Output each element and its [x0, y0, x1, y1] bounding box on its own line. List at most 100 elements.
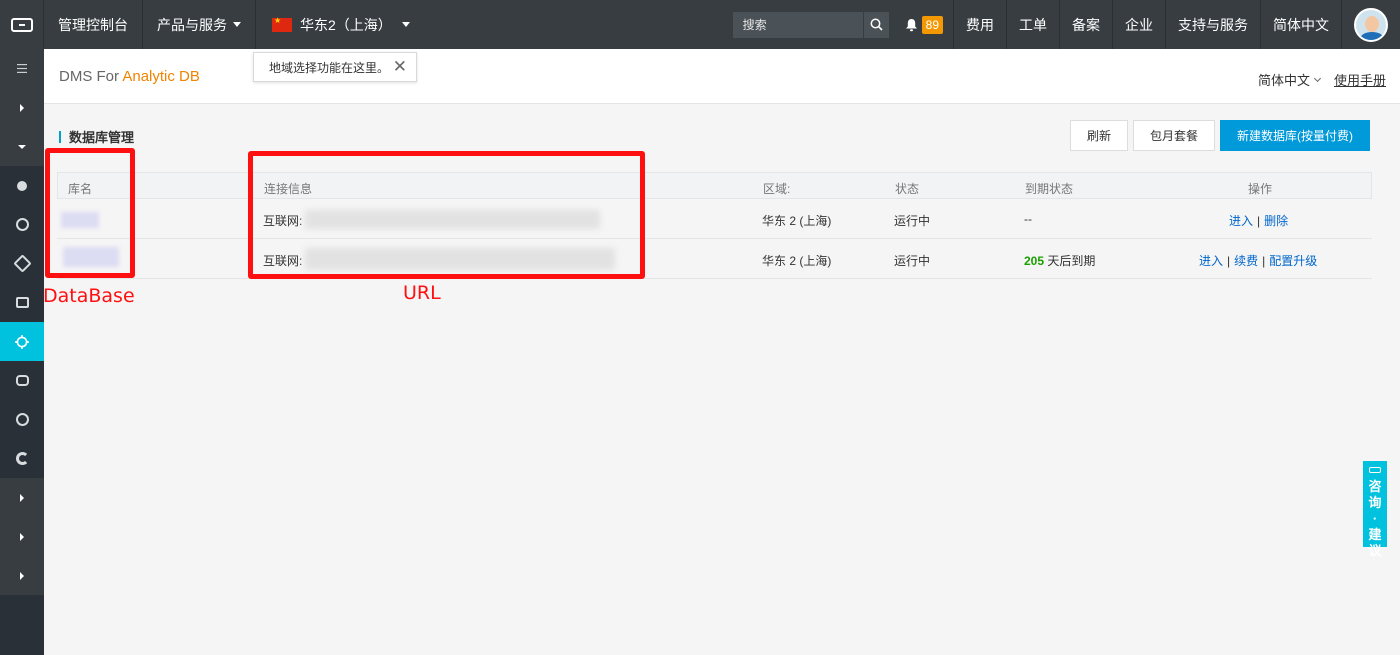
- url-annotation-box: [248, 151, 645, 279]
- products-menu-label: 产品与服务: [157, 16, 227, 33]
- sidebar-item-cluster[interactable]: [0, 244, 44, 283]
- consult-char-3: 建: [1368, 527, 1382, 542]
- sidebar-item-monitor[interactable]: [0, 283, 44, 322]
- status-cell: 运行中: [894, 214, 931, 228]
- region-cell: 华东 2 (上海): [762, 214, 832, 228]
- consult-feedback-tab[interactable]: 咨 询 · 建 议: [1363, 461, 1387, 558]
- cube-icon: [12, 254, 32, 273]
- circle-icon: [17, 180, 27, 191]
- top-navigation-bar: 管理控制台 产品与服务 华东2（上海） 89 费用 工单 备案 企业 支持与服务…: [0, 0, 1400, 49]
- products-menu[interactable]: 产品与服务: [143, 0, 256, 49]
- product-title-accent: Analytic DB: [122, 68, 200, 85]
- expiry-cell: --: [1024, 212, 1032, 226]
- product-title-prefix: DMS For: [59, 68, 123, 85]
- region-label: 华东2（上海）: [300, 16, 392, 33]
- caret-right-icon: [20, 571, 24, 580]
- upgrade-link[interactable]: 配置升级: [1269, 254, 1317, 268]
- close-icon[interactable]: ✕: [393, 58, 407, 75]
- url-annotation-label: URL: [403, 282, 441, 304]
- sidebar-group-3[interactable]: [0, 556, 44, 595]
- sidebar-expand-item[interactable]: [0, 88, 44, 127]
- expiry-suffix: 天后到期: [1047, 254, 1096, 268]
- sidebar-item-database[interactable]: [0, 205, 44, 244]
- search-box: [732, 11, 889, 38]
- sidebar-item-storage[interactable]: [0, 400, 44, 439]
- bell-icon: [905, 18, 917, 31]
- china-flag-icon: [272, 16, 292, 32]
- cloud-link-icon: [15, 375, 29, 386]
- sidebar-item-cloud[interactable]: [0, 361, 44, 400]
- notification-count-badge: 89: [921, 15, 943, 34]
- content-header: DMS For Analytic DB 简体中文 使用手册: [44, 49, 1400, 104]
- expiry-cell: 205 天后到期: [1024, 252, 1095, 269]
- region-tooltip-text: 地域选择功能在这里。: [269, 60, 390, 75]
- search-input[interactable]: [732, 11, 863, 38]
- top-link-support[interactable]: 支持与服务: [1166, 0, 1261, 49]
- cdn-icon: [15, 452, 29, 465]
- delete-link[interactable]: 删除: [1264, 214, 1288, 228]
- console-link[interactable]: 管理控制台: [44, 0, 143, 49]
- sidebar-group-1[interactable]: [0, 478, 44, 517]
- consult-char-4: 议: [1368, 543, 1382, 558]
- hamburger-icon: [17, 64, 27, 73]
- page-title: 数据库管理: [59, 127, 134, 146]
- region-tooltip: 地域选择功能在这里。 ✕: [253, 52, 417, 82]
- chevron-down-icon: [233, 22, 241, 27]
- sidebar-item-analytic-db[interactable]: [0, 322, 44, 361]
- storage-icon: [15, 413, 29, 426]
- status-cell: 运行中: [894, 254, 931, 268]
- sidebar-item-instance[interactable]: [0, 166, 44, 205]
- top-link-billing[interactable]: 费用: [954, 0, 1007, 49]
- consult-char-2: 询: [1368, 495, 1382, 510]
- notifications-button[interactable]: 89: [897, 0, 954, 49]
- column-header-actions: 操作: [1248, 182, 1273, 196]
- language-selector[interactable]: 简体中文: [1257, 70, 1322, 89]
- page-title-text: 数据库管理: [69, 130, 135, 145]
- chevron-down-icon: [1313, 74, 1322, 82]
- user-manual-link[interactable]: 使用手册: [1334, 70, 1386, 89]
- left-sidebar: [0, 49, 44, 655]
- toolbar: 刷新 包月套餐 新建数据库(按量付费): [1065, 120, 1370, 151]
- search-icon: [870, 18, 883, 31]
- region-cell: 华东 2 (上海): [762, 254, 832, 268]
- top-link-enterprise[interactable]: 企业: [1113, 0, 1166, 49]
- monthly-package-button[interactable]: 包月套餐: [1132, 120, 1215, 151]
- top-link-language[interactable]: 简体中文: [1261, 0, 1342, 49]
- title-accent-bar: [59, 130, 61, 143]
- sidebar-group-2[interactable]: [0, 517, 44, 556]
- database-annotation-label: DataBase: [43, 285, 135, 307]
- top-link-icp[interactable]: 备案: [1060, 0, 1113, 49]
- database-icon: [15, 218, 29, 231]
- refresh-button[interactable]: 刷新: [1069, 120, 1128, 151]
- user-avatar-button[interactable]: [1342, 0, 1400, 49]
- analytic-db-icon: [15, 334, 29, 349]
- language-label: 简体中文: [1257, 73, 1310, 88]
- sidebar-item-cdn[interactable]: [0, 439, 44, 478]
- caret-down-icon: [18, 144, 26, 149]
- renew-link[interactable]: 续费: [1234, 254, 1258, 268]
- actions-cell: 进入 | 删除: [1229, 214, 1289, 228]
- region-selector[interactable]: 华东2（上海）: [256, 0, 426, 49]
- caret-right-icon: [20, 493, 24, 502]
- column-header-expiry: 到期状态: [1025, 182, 1074, 196]
- caret-right-icon: [20, 103, 24, 112]
- caret-right-icon: [20, 532, 24, 541]
- column-header-status: 状态: [895, 182, 920, 196]
- chart-icon: [15, 297, 29, 308]
- aliyun-logo-icon[interactable]: [0, 0, 44, 49]
- create-database-button[interactable]: 新建数据库(按量付费): [1220, 120, 1370, 151]
- sidebar-collapse-item[interactable]: [0, 127, 44, 166]
- chevron-down-icon: [401, 22, 410, 27]
- database-annotation-box: [45, 148, 135, 278]
- header-actions: 简体中文 使用手册: [1258, 70, 1386, 89]
- consult-char-1: 咨: [1368, 479, 1382, 494]
- product-title: DMS For Analytic DB: [59, 68, 200, 85]
- actions-cell: 进入 | 续费 | 配置升级: [1199, 254, 1318, 268]
- enter-link[interactable]: 进入: [1229, 214, 1253, 228]
- search-button[interactable]: [862, 11, 889, 38]
- top-link-tickets[interactable]: 工单: [1007, 0, 1060, 49]
- chat-icon: [1369, 467, 1381, 473]
- enter-link[interactable]: 进入: [1199, 254, 1223, 268]
- column-header-region: 区域:: [763, 182, 791, 196]
- sidebar-menu-toggle[interactable]: [0, 49, 44, 88]
